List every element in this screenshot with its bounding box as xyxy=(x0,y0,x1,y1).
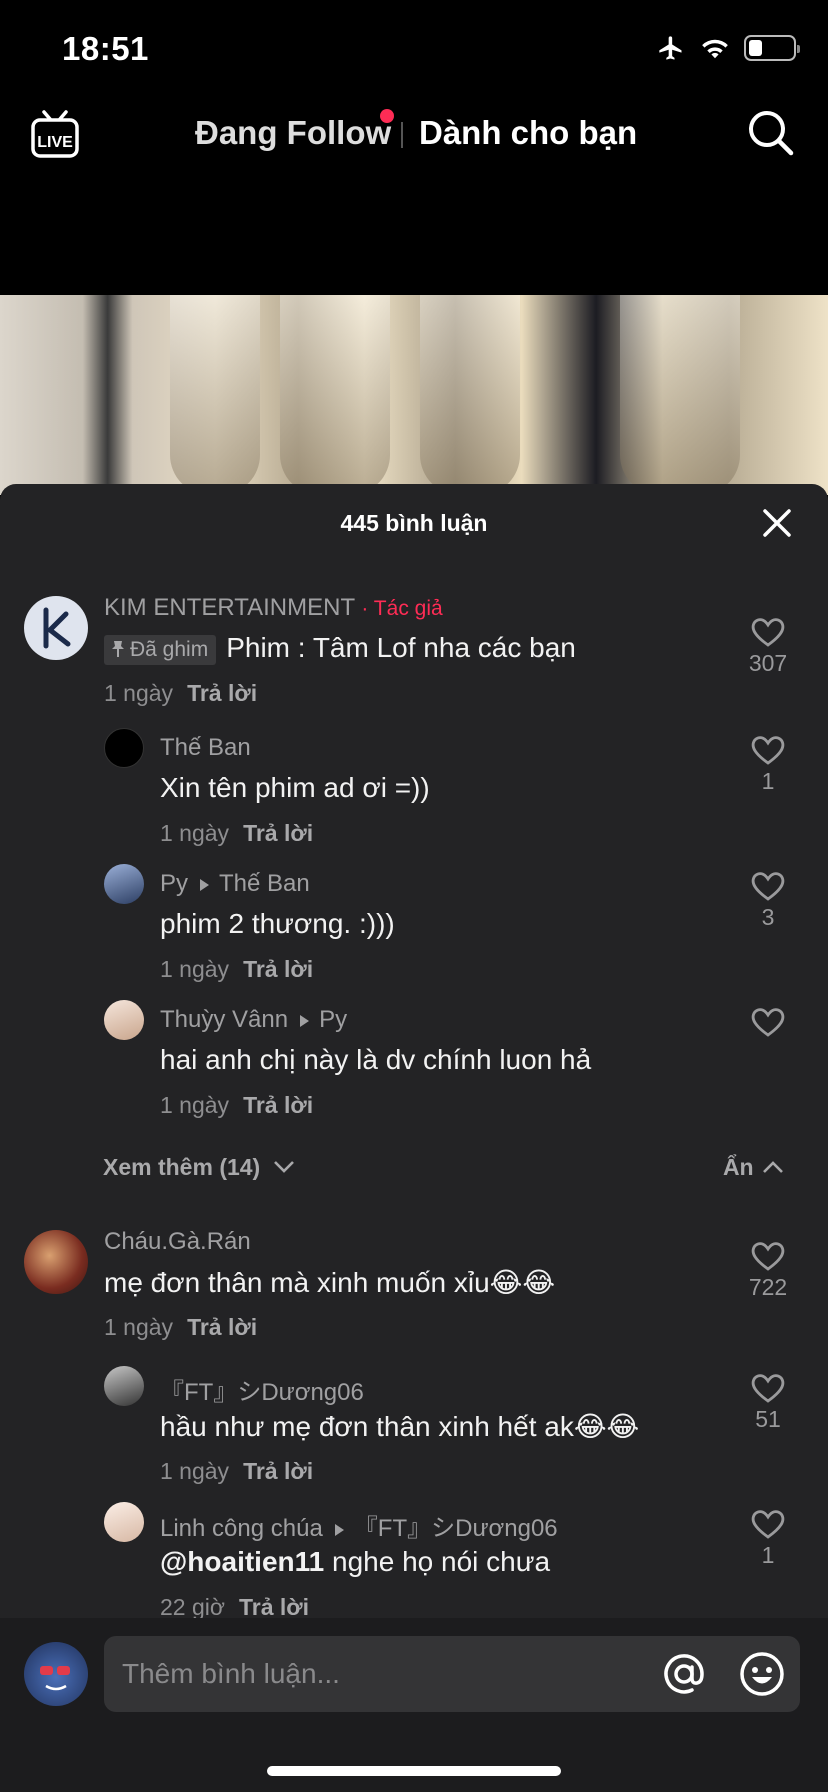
comment-meta: 22 giờ Trả lời xyxy=(160,1594,310,1620)
at-icon xyxy=(664,1654,704,1694)
comment-input[interactable]: Thêm bình luận... xyxy=(104,1636,800,1712)
like-count: 722 xyxy=(748,1274,788,1300)
comment-meta: 1 ngày Trả lời xyxy=(160,1092,314,1118)
chevron-down-icon xyxy=(273,1161,294,1173)
like-count: 51 xyxy=(755,1406,781,1432)
comments-panel: 445 bình luận KIM ENTERTAINMENT · Tác gi… xyxy=(0,484,828,1792)
mention-link[interactable]: @hoaitien11 xyxy=(160,1546,324,1577)
comment-username[interactable]: Linh công chúa 『FT』シDương06 xyxy=(160,1508,558,1543)
like-button[interactable]: 1 xyxy=(738,1508,798,1569)
reply-button[interactable]: Trả lời xyxy=(187,1314,257,1340)
comment-text: @hoaitien11 nghe họ nói chưa xyxy=(160,1546,551,1577)
heart-icon xyxy=(751,618,785,647)
pin-icon xyxy=(112,640,124,657)
avatar[interactable] xyxy=(104,1366,144,1406)
hide-replies[interactable]: Ẩn xyxy=(723,1154,784,1181)
heart-icon xyxy=(751,872,785,901)
like-count: 3 xyxy=(761,904,775,930)
comments-count-title: 445 bình luận xyxy=(340,510,488,536)
tab-divider xyxy=(401,122,403,148)
comment-text: hai anh chị này là dv chính luon hả xyxy=(160,1044,592,1075)
airplane-icon xyxy=(659,36,682,60)
comment-meta: 1 ngày Trả lời xyxy=(160,956,314,982)
avatar[interactable] xyxy=(24,1230,88,1294)
search-icon xyxy=(749,111,794,156)
tab-for-you[interactable]: Dành cho bạn xyxy=(419,114,637,152)
comment-meta: 1 ngày Trả lời xyxy=(160,1458,314,1484)
comment-meta: 1 ngày Trả lời xyxy=(160,820,314,846)
status-time: 18:51 xyxy=(62,30,149,67)
video-player[interactable] xyxy=(0,295,828,495)
reply-button[interactable]: Trả lời xyxy=(187,680,257,706)
live-button[interactable]: LIVE xyxy=(30,108,80,160)
comment-text: phim 2 thương. :))) xyxy=(160,908,395,939)
like-button[interactable]: 722 xyxy=(738,1240,798,1301)
comment-meta: 1 ngày Trả lời xyxy=(104,680,258,706)
view-more-replies[interactable]: Xem thêm (14) xyxy=(103,1154,295,1181)
avatar[interactable] xyxy=(104,728,144,768)
status-bar: 18:51 xyxy=(0,0,828,96)
like-button[interactable]: 51 xyxy=(738,1372,798,1433)
reply-arrow-icon xyxy=(200,878,210,891)
mention-button[interactable] xyxy=(660,1650,708,1698)
my-avatar xyxy=(24,1642,88,1706)
status-icons xyxy=(656,34,800,62)
avatar[interactable] xyxy=(24,596,88,660)
comment-text: Đã ghim Phim : Tâm Lof nha các bạn xyxy=(104,632,576,665)
like-count: 307 xyxy=(748,650,788,676)
emoji-icon xyxy=(740,1652,784,1696)
author-badge: · Tác giả xyxy=(361,597,443,620)
reply-button[interactable]: Trả lời xyxy=(239,1594,309,1620)
search-button[interactable] xyxy=(746,108,796,158)
comment-text: mẹ đơn thân mà xinh muốn xỉu😂😂 xyxy=(104,1267,556,1298)
heart-icon xyxy=(751,1242,785,1271)
chevron-up-icon xyxy=(763,1161,783,1173)
tab-following[interactable]: Đang Follow xyxy=(195,114,391,152)
comment-username[interactable]: Py Thế Ban xyxy=(160,870,310,898)
like-button[interactable]: 1 xyxy=(738,734,798,795)
pinned-badge: Đã ghim xyxy=(104,634,217,665)
avatar[interactable] xyxy=(104,864,144,904)
reply-button[interactable]: Trả lời xyxy=(243,1458,313,1484)
like-button[interactable]: 3 xyxy=(738,870,798,931)
comment-username[interactable]: Thuỳy Vânn Py xyxy=(160,1006,347,1034)
heart-icon xyxy=(751,736,785,765)
emoji-button[interactable] xyxy=(738,1650,786,1698)
reply-button[interactable]: Trả lời xyxy=(243,820,313,846)
notification-dot xyxy=(380,109,394,123)
comment-placeholder: Thêm bình luận... xyxy=(122,1658,340,1689)
like-button[interactable] xyxy=(738,1006,798,1038)
username-text[interactable]: KIM ENTERTAINMENT xyxy=(104,594,355,621)
like-count: 1 xyxy=(761,1542,775,1568)
comment-username[interactable]: 『FT』シDương06 xyxy=(160,1372,364,1407)
reply-arrow-icon xyxy=(300,1014,310,1027)
like-count: 1 xyxy=(761,768,775,794)
heart-icon xyxy=(751,1374,785,1403)
close-button[interactable] xyxy=(762,508,792,538)
comment-text: hầu như mẹ đơn thân xinh hết ak😂😂 xyxy=(160,1411,640,1442)
wifi-icon xyxy=(702,39,728,59)
comment-username[interactable]: Cháu.Gà.Rán xyxy=(104,1228,251,1256)
comment-meta: 1 ngày Trả lời xyxy=(104,1314,258,1340)
heart-icon xyxy=(751,1510,785,1539)
avatar[interactable] xyxy=(104,1000,144,1040)
top-nav: LIVE Đang Follow Dành cho bạn xyxy=(0,96,828,176)
close-icon xyxy=(763,509,791,537)
avatar[interactable] xyxy=(104,1502,144,1542)
heart-icon xyxy=(751,1008,785,1037)
reply-button[interactable]: Trả lời xyxy=(243,1092,313,1118)
comment-username[interactable]: KIM ENTERTAINMENT · Tác giả xyxy=(104,594,443,622)
svg-text:LIVE: LIVE xyxy=(37,134,73,151)
reply-button[interactable]: Trả lời xyxy=(243,956,313,982)
home-indicator[interactable] xyxy=(267,1766,561,1776)
like-button[interactable]: 307 xyxy=(738,616,798,677)
comment-text: Xin tên phim ad ơi =)) xyxy=(160,772,430,803)
comment-username[interactable]: Thế Ban xyxy=(160,734,251,762)
live-tv-icon: LIVE xyxy=(31,110,79,158)
battery-icon xyxy=(744,35,800,61)
reply-arrow-icon xyxy=(334,1523,344,1536)
